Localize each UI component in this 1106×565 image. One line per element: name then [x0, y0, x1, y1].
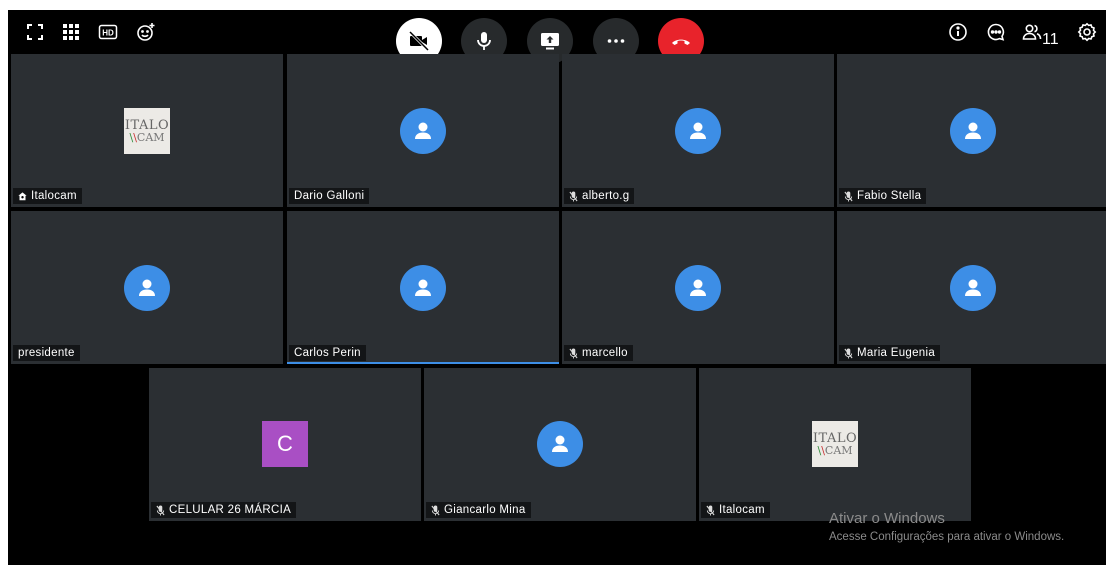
avatar [950, 265, 996, 311]
avatar [400, 265, 446, 311]
participant-name-tag: CELULAR 26 MÁRCIA [151, 502, 297, 518]
participant-tile[interactable]: Carlos Perin [287, 211, 559, 364]
mic-muted-icon [706, 505, 715, 515]
participant-name: Italocam [719, 504, 765, 516]
meeting-window: HD 11 ITALO \\CAM Italocam Dario Galloni… [8, 10, 1106, 565]
participant-name-tag: alberto.g [564, 188, 635, 204]
participant-tile[interactable]: C CELULAR 26 MÁRCIA [149, 368, 421, 521]
user-icon [690, 122, 706, 139]
participants-icon[interactable] [1022, 22, 1042, 42]
hd-quality-icon[interactable]: HD [98, 22, 118, 42]
participant-name-tag: Maria Eugenia [839, 345, 941, 361]
participant-tile[interactable]: marcello [562, 211, 834, 364]
participant-tile[interactable]: ITALO \\CAM Italocam [11, 54, 283, 207]
reactions-icon[interactable] [136, 22, 156, 42]
participant-tile[interactable]: alberto.g [562, 54, 834, 207]
mic-muted-icon [844, 191, 853, 201]
participant-name: Fabio Stella [857, 190, 922, 202]
more-icon [607, 39, 625, 43]
user-icon [415, 122, 431, 139]
participant-tile[interactable]: Dario Galloni [287, 54, 559, 207]
active-speaker-indicator [287, 362, 559, 364]
moderator-icon [18, 191, 27, 200]
participant-name-tag: Fabio Stella [839, 188, 927, 204]
avatar [537, 421, 583, 467]
mic-muted-icon [156, 505, 165, 515]
participant-name-tag: Italocam [13, 188, 82, 204]
mic-muted-icon [844, 348, 853, 358]
tile-view-icon[interactable] [61, 22, 81, 42]
avatar [124, 265, 170, 311]
user-icon [965, 122, 981, 139]
italocam-logo: ITALO \\CAM [812, 421, 858, 467]
participant-name: alberto.g [582, 190, 630, 202]
user-icon [690, 279, 706, 296]
settings-icon[interactable] [1077, 22, 1097, 42]
mic-muted-icon [569, 348, 578, 358]
participant-name-tag: Dario Galloni [289, 188, 370, 204]
participant-name: marcello [582, 347, 628, 359]
participant-name: Giancarlo Mina [444, 504, 526, 516]
avatar [675, 265, 721, 311]
participant-name-tag: Italocam [701, 502, 770, 518]
participant-name: Dario Galloni [294, 190, 365, 202]
participant-name: Italocam [31, 190, 77, 202]
participant-tile[interactable]: ITALO \\CAM Italocam [699, 368, 971, 521]
participant-name: presidente [18, 347, 75, 359]
info-icon[interactable] [948, 22, 968, 42]
user-icon [552, 435, 568, 452]
participant-name: Maria Eugenia [857, 347, 936, 359]
user-icon [139, 279, 155, 296]
logo-line2: \\CAM [817, 443, 853, 457]
participant-tile[interactable]: Giancarlo Mina [424, 368, 696, 521]
letter-avatar: C [262, 421, 308, 467]
camera-off-icon [408, 30, 430, 52]
participant-name-tag: Giancarlo Mina [426, 502, 531, 518]
participant-tile[interactable]: presidente [11, 211, 283, 364]
participant-name: CELULAR 26 MÁRCIA [169, 504, 292, 516]
avatar [400, 108, 446, 154]
mic-muted-icon [431, 505, 440, 515]
hd-label: HD [102, 29, 114, 38]
windows-activation-subtitle: Acesse Configurações para ativar o Windo… [829, 531, 1065, 543]
participant-name-tag: Carlos Perin [289, 345, 366, 361]
chat-icon[interactable] [986, 22, 1006, 42]
windows-activation-title: Ativar o Windows [829, 510, 945, 527]
fullscreen-icon[interactable] [25, 22, 45, 42]
user-icon [965, 279, 981, 296]
screen-share-icon [541, 33, 559, 50]
avatar [950, 108, 996, 154]
user-icon [415, 279, 431, 296]
participant-count: 11 [1042, 31, 1059, 48]
participant-tile[interactable]: Maria Eugenia [837, 211, 1106, 364]
participant-tile[interactable]: Fabio Stella [837, 54, 1106, 207]
italocam-logo: ITALO \\CAM [124, 108, 170, 154]
toolbar: HD 11 [8, 10, 1106, 64]
participant-name-tag: presidente [13, 345, 80, 361]
hang-up-icon [672, 39, 690, 45]
avatar [675, 108, 721, 154]
microphone-icon [477, 32, 491, 50]
mic-muted-icon [569, 191, 578, 201]
logo-line2: \\CAM [129, 130, 165, 144]
participant-name: Carlos Perin [294, 347, 361, 359]
participant-name-tag: marcello [564, 345, 633, 361]
